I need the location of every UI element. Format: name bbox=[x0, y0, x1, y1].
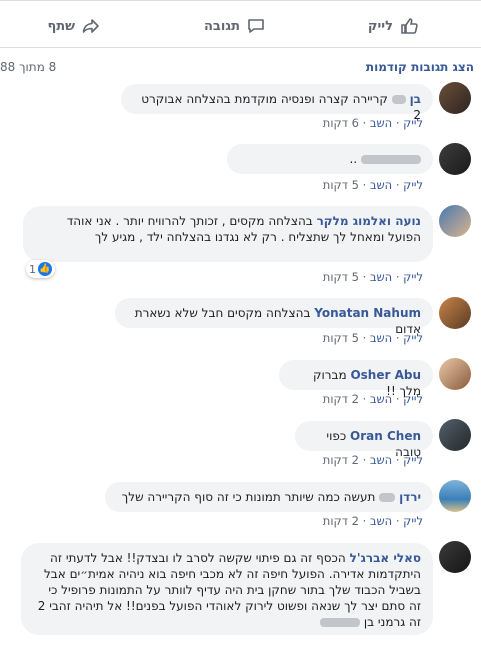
comment-text: תעשה כמה שיותר תמונות כי זה סוף הקריירה … bbox=[121, 490, 376, 504]
comment-time[interactable]: 2 דקות bbox=[323, 392, 359, 406]
comment-meta: לייק · השב · 5 דקות bbox=[323, 270, 423, 284]
avatar[interactable] bbox=[439, 541, 471, 573]
avatar[interactable] bbox=[439, 205, 471, 237]
like-link[interactable]: לייק bbox=[403, 453, 423, 467]
reply-link[interactable]: השב bbox=[370, 514, 392, 528]
separator: · bbox=[362, 178, 367, 192]
thumbs-up-icon bbox=[401, 18, 418, 34]
reaction-count: 1 bbox=[29, 262, 36, 276]
redaction-mark bbox=[361, 155, 421, 164]
reaction-count-badge[interactable]: 1 👍 bbox=[26, 260, 55, 278]
separator: · bbox=[395, 178, 400, 192]
reply-link[interactable]: השב bbox=[370, 392, 392, 406]
comment-author[interactable]: ירדן bbox=[399, 490, 421, 504]
separator: · bbox=[362, 116, 367, 130]
like-link[interactable]: לייק bbox=[403, 392, 423, 406]
comment-action-label: תגובה bbox=[203, 18, 240, 34]
separator: · bbox=[362, 392, 367, 406]
comment-meta: לייק · השב · 5 דקות bbox=[323, 178, 423, 192]
comment-time[interactable]: 5 דקות bbox=[323, 178, 359, 192]
comment-action[interactable]: תגובה bbox=[204, 15, 266, 37]
comment-author[interactable]: נועה ואלמוג מלקר bbox=[317, 214, 421, 228]
like-link[interactable]: לייק bbox=[403, 178, 423, 192]
like-action[interactable]: לייק bbox=[368, 15, 419, 37]
separator: · bbox=[395, 270, 400, 284]
comments-count: 8 מתוך 88 bbox=[0, 60, 57, 74]
avatar[interactable] bbox=[439, 480, 471, 512]
avatar[interactable] bbox=[439, 82, 471, 114]
redaction-mark bbox=[391, 95, 406, 104]
separator: · bbox=[395, 453, 400, 467]
share-action[interactable]: שתף bbox=[47, 15, 101, 37]
like-link[interactable]: לייק bbox=[403, 514, 423, 528]
comment-author[interactable]: Osher Abu bbox=[350, 368, 421, 382]
previous-comments-row: הצג תגובות קודמות 8 מתוך 88 bbox=[0, 60, 481, 78]
comment-bubble: בן קריירה קצרה ופנסיה מוקדמת בהצלחה אבוק… bbox=[121, 84, 433, 122]
avatar[interactable] bbox=[439, 358, 471, 390]
comment-bubble-icon bbox=[248, 19, 264, 33]
comment-bubble: Oran Chen כפוי טובה bbox=[295, 421, 433, 459]
like-link[interactable]: לייק bbox=[403, 270, 423, 284]
reply-link[interactable]: השב bbox=[370, 270, 392, 284]
separator: · bbox=[362, 331, 367, 345]
comment-author[interactable]: Yonatan Nahum bbox=[314, 306, 421, 320]
comment-bubble: Yonatan Nahum בהצלחה מקסים חבל שלא נשארת… bbox=[115, 298, 433, 336]
comment-author[interactable]: Oran Chen bbox=[350, 429, 421, 443]
comment-author[interactable]: בן bbox=[410, 92, 421, 106]
comment-meta: לייק · השב · 2 דקות bbox=[323, 392, 423, 406]
comment-time[interactable]: 6 דקות bbox=[323, 116, 359, 130]
comment-time[interactable]: 5 דקות bbox=[323, 270, 359, 284]
share-action-label: שתף bbox=[47, 18, 75, 34]
redaction-mark bbox=[379, 493, 396, 502]
redaction-mark bbox=[319, 618, 360, 627]
comment-bubble: ירדן תעשה כמה שיותר תמונות כי זה סוף הקר… bbox=[105, 482, 433, 512]
comment-author[interactable]: סאלי אברג'ל bbox=[350, 551, 421, 565]
reply-link[interactable]: השב bbox=[370, 178, 392, 192]
post-action-bar: לייק תגובה שתף bbox=[0, 0, 481, 48]
separator: · bbox=[395, 116, 400, 130]
separator: · bbox=[395, 392, 400, 406]
reply-link[interactable]: השב bbox=[370, 331, 392, 345]
comment-bubble: נועה ואלמוג מלקר בהצלחה מקסים , זכותך לה… bbox=[23, 206, 433, 262]
reply-link[interactable]: השב bbox=[370, 116, 392, 130]
like-reaction-icon: 👍 bbox=[38, 262, 52, 276]
separator: · bbox=[362, 453, 367, 467]
comment-meta: לייק · השב · 2 דקות bbox=[323, 453, 423, 467]
comment-time[interactable]: 2 דקות bbox=[323, 453, 359, 467]
separator: · bbox=[395, 331, 400, 345]
comment-bubble: .. bbox=[227, 144, 433, 174]
comment-bubble: סאלי אברג'ל הכסף זה גם פיתוי שקשה לסרב ל… bbox=[21, 543, 433, 635]
share-arrow-icon bbox=[82, 19, 99, 33]
like-action-label: לייק bbox=[367, 18, 393, 34]
comment-meta: לייק · השב · 2 דקות bbox=[323, 514, 423, 528]
comment-text: .. bbox=[349, 152, 358, 166]
separator: · bbox=[395, 514, 400, 528]
separator: · bbox=[362, 514, 367, 528]
comment-time[interactable]: 5 דקות bbox=[323, 331, 359, 345]
comment-time[interactable]: 2 דקות bbox=[323, 514, 359, 528]
avatar[interactable] bbox=[439, 143, 471, 175]
reply-link[interactable]: השב bbox=[370, 453, 392, 467]
view-previous-comments-link[interactable]: הצג תגובות קודמות bbox=[366, 60, 474, 74]
avatar[interactable] bbox=[439, 297, 471, 329]
like-link[interactable]: לייק bbox=[403, 116, 423, 130]
avatar[interactable] bbox=[439, 419, 471, 451]
comment-meta: לייק · השב · 5 דקות bbox=[323, 331, 423, 345]
like-link[interactable]: לייק bbox=[403, 331, 423, 345]
comment-meta: לייק · השב · 6 דקות bbox=[323, 116, 423, 130]
comment-bubble: Osher Abu מברוק מלך !! bbox=[279, 360, 433, 398]
separator: · bbox=[362, 270, 367, 284]
